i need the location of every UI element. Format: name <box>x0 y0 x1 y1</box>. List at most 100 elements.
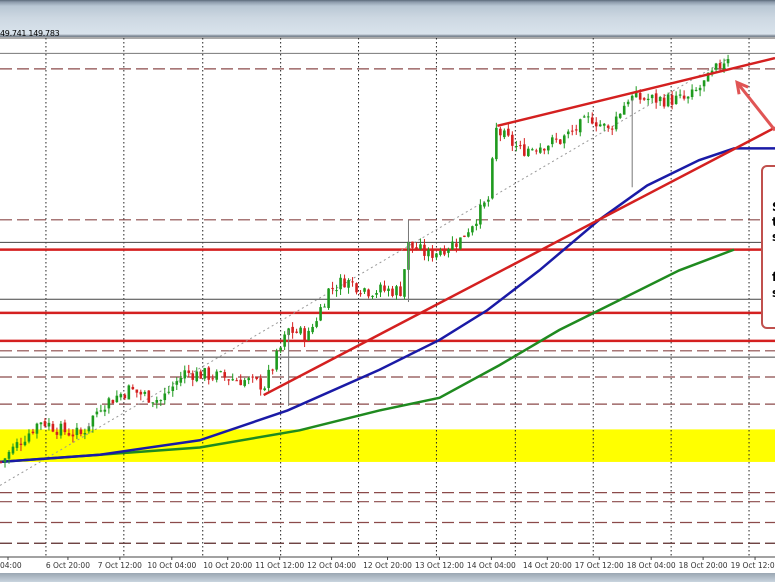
annotation-box: S t s f s <box>761 165 775 329</box>
candle-body <box>674 95 678 104</box>
candle-body <box>531 149 534 151</box>
candle-body <box>139 391 143 395</box>
candle-body <box>554 138 558 140</box>
candle-body <box>295 331 298 333</box>
candle-body <box>415 247 418 251</box>
candle-body <box>23 441 27 446</box>
candle-body <box>714 63 718 70</box>
candle-body <box>359 293 362 295</box>
candle-body <box>399 286 402 297</box>
status-bar <box>0 573 775 582</box>
candle-body <box>702 80 706 87</box>
candle-body <box>383 285 386 291</box>
candle-body <box>15 442 19 448</box>
candle-body <box>499 128 502 136</box>
candle-body <box>35 423 39 434</box>
candle-body <box>243 380 246 386</box>
candle-body <box>542 148 546 151</box>
x-tick-label: 6 Oct 20:00 <box>46 561 90 570</box>
candle-body <box>367 289 370 297</box>
candle-body <box>578 119 582 133</box>
candle-body <box>335 290 338 292</box>
candle-body <box>586 116 590 118</box>
candle-body <box>19 443 23 445</box>
candle-body <box>626 101 630 105</box>
candle-body <box>7 451 11 459</box>
candle-body <box>447 249 450 253</box>
candle-body <box>483 202 486 207</box>
candle-body <box>55 431 59 435</box>
candle-body <box>231 379 235 381</box>
candle-body <box>207 367 211 380</box>
candle-body <box>303 328 306 341</box>
candle-body <box>195 371 199 382</box>
x-tick-label: 10 Oct 04:00 <box>147 561 196 570</box>
candle-body <box>103 409 107 412</box>
candle-body <box>558 139 562 144</box>
candle-body <box>43 421 47 427</box>
candle-body <box>467 232 470 237</box>
candle-body <box>351 281 354 283</box>
candle-body <box>479 204 482 225</box>
x-tick-label: 04:00 <box>0 561 22 570</box>
candle-body <box>219 371 223 373</box>
candle-body <box>670 95 674 105</box>
candle-body <box>147 390 151 403</box>
candle-body <box>163 393 167 401</box>
candle-body <box>355 283 358 293</box>
candle-body <box>203 368 207 379</box>
candle-body <box>411 241 414 248</box>
candle-body <box>523 144 526 156</box>
candle-body <box>666 94 670 107</box>
candle-body <box>419 244 422 250</box>
candle-body <box>622 105 626 115</box>
candle-body <box>75 427 79 436</box>
candle-body <box>343 278 346 288</box>
candle-body <box>91 415 95 427</box>
candle-body <box>690 89 694 98</box>
x-tick-label: 12 Oct 04:00 <box>307 561 356 570</box>
candle-body <box>155 400 159 403</box>
candle-body <box>566 131 570 135</box>
candle-body <box>275 350 278 370</box>
candle-body <box>235 380 238 382</box>
x-tick-label: 18 Oct 20:00 <box>679 561 728 570</box>
candle-body <box>638 92 642 100</box>
candle-body <box>519 145 522 147</box>
candle-body <box>315 321 318 327</box>
candle-body <box>698 87 702 91</box>
candle-body <box>131 386 135 390</box>
candle-body <box>610 128 614 130</box>
dotted-trendline <box>0 57 730 486</box>
candle-body <box>562 135 566 144</box>
candle-body <box>63 422 67 433</box>
candle-body <box>347 280 350 288</box>
candle-body <box>159 400 163 402</box>
candle-body <box>247 378 250 381</box>
candle-body <box>223 372 227 378</box>
candle-body <box>527 148 530 157</box>
candle-body <box>67 433 71 436</box>
candle-body <box>391 288 394 296</box>
candle-body <box>331 287 334 289</box>
candle-body <box>491 158 494 199</box>
candle-body <box>71 434 75 437</box>
candle-body <box>311 326 314 333</box>
candle-body <box>443 249 446 255</box>
candle-body <box>646 98 650 101</box>
candle-body <box>227 379 231 381</box>
candle-body <box>726 59 730 64</box>
candle-body <box>259 378 262 390</box>
candle-body <box>718 63 722 69</box>
candle-body <box>263 388 266 391</box>
candle-body <box>123 394 127 399</box>
candle-body <box>255 377 258 379</box>
candle-body <box>191 373 195 380</box>
candle-body <box>323 306 326 308</box>
candle-body <box>570 130 574 132</box>
candle-body <box>267 369 270 388</box>
x-tick-label: 13 Oct 12:00 <box>415 561 464 570</box>
candle-body <box>423 244 426 256</box>
upper-channel-line <box>497 56 775 128</box>
candle-body <box>371 295 374 297</box>
